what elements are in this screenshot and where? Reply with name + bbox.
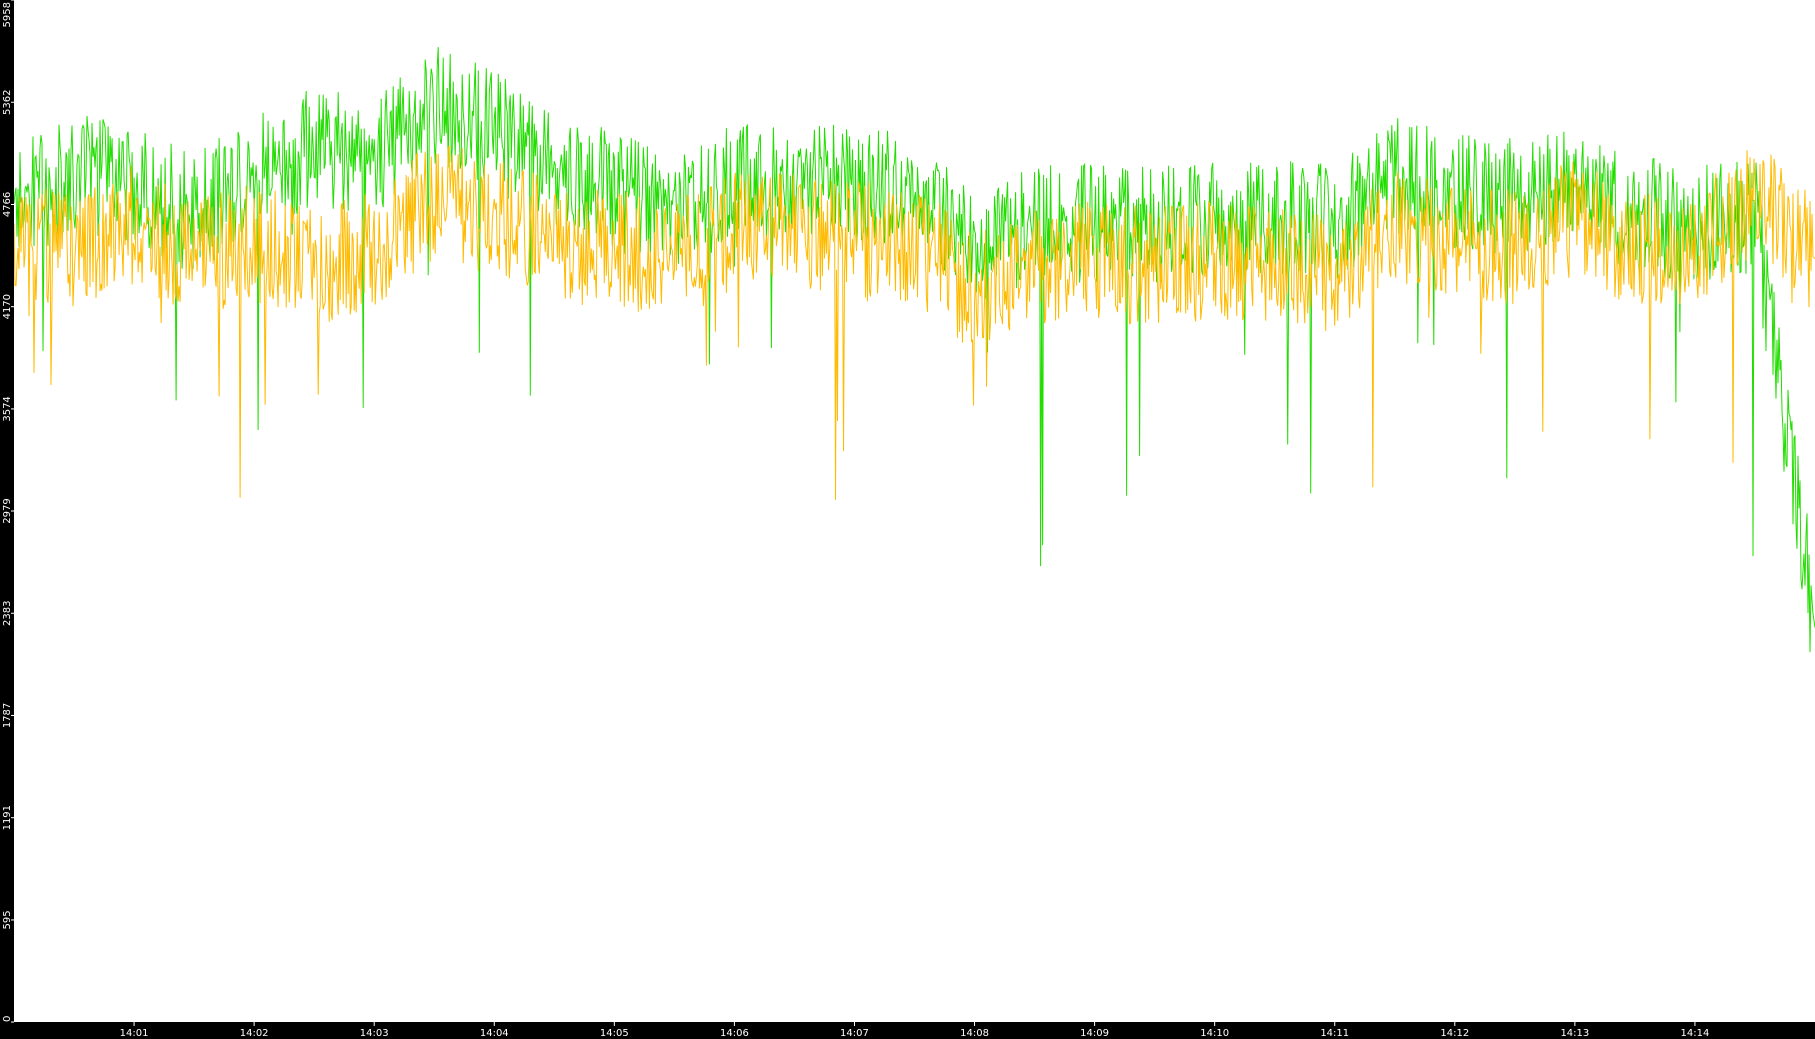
x-tick-label: 14:03 xyxy=(360,1028,389,1039)
x-axis-band xyxy=(0,1022,1815,1039)
y-tick-label: 2383 xyxy=(2,601,13,626)
y-tick-label: 4170 xyxy=(2,294,13,319)
y-tick-label: 5362 xyxy=(2,90,13,115)
y-tick-label: 4766 xyxy=(2,192,13,217)
x-tick-label: 14:04 xyxy=(480,1028,509,1039)
x-tick-label: 14:08 xyxy=(960,1028,989,1039)
y-tick-label: 1191 xyxy=(2,805,13,830)
y-tick-label: 3574 xyxy=(2,396,13,421)
x-tick-label: 14:01 xyxy=(120,1028,149,1039)
x-tick-label: 14:07 xyxy=(840,1028,869,1039)
y-tick-label: 0 xyxy=(2,1016,13,1022)
x-tick-label: 14:14 xyxy=(1681,1028,1710,1039)
x-tick-label: 14:06 xyxy=(720,1028,749,1039)
x-tick-label: 14:09 xyxy=(1080,1028,1109,1039)
x-tick-label: 14:11 xyxy=(1320,1028,1349,1039)
line-chart: 0 595 1191 1787 2383 2979 3574 4170 4766 5362 5958… xyxy=(0,0,1815,1039)
x-tick-label: 14:13 xyxy=(1560,1028,1589,1039)
y-tick-label: 595 xyxy=(2,910,13,929)
y-tick-label: 1787 xyxy=(2,703,13,728)
chart-window: 0 595 1191 1787 2383 2979 3574 4170 4766 5362 5958… xyxy=(0,0,1815,1039)
y-tick-label: 5958 xyxy=(2,2,13,27)
x-tick-label: 14:02 xyxy=(240,1028,269,1039)
x-tick-label: 14:10 xyxy=(1200,1028,1229,1039)
x-tick-label: 14:05 xyxy=(600,1028,629,1039)
x-tick-label: 14:12 xyxy=(1440,1028,1469,1039)
y-tick-label: 2979 xyxy=(2,498,13,523)
